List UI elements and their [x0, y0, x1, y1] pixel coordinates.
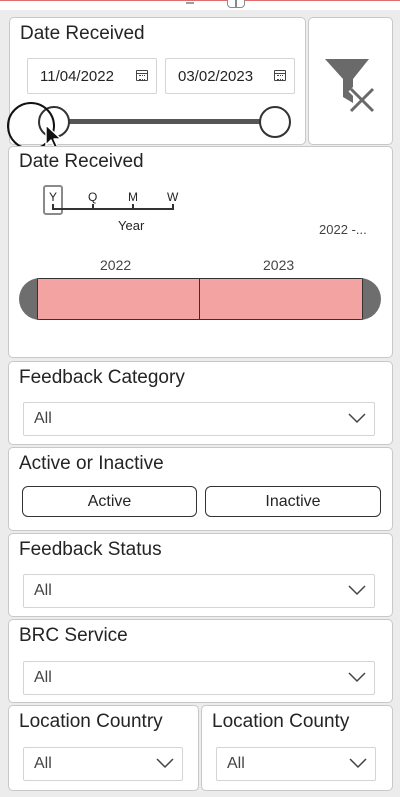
- granularity-label: Year: [118, 218, 145, 233]
- granularity-tick: [92, 204, 94, 210]
- start-date-value: 11/04/2022: [40, 67, 114, 85]
- granularity-tick: [52, 204, 54, 210]
- year-label-2022: 2022: [100, 257, 132, 273]
- feedback-status-dropdown[interactable]: All: [23, 574, 375, 608]
- granularity-tick: [132, 204, 134, 210]
- end-date-input[interactable]: 03/02/2023: [165, 58, 295, 94]
- focus-mode-icon[interactable]: [227, 0, 245, 8]
- feedback-category-title: Feedback Category: [19, 367, 185, 388]
- feedback-category-dropdown[interactable]: All: [23, 402, 375, 436]
- feedback-status-title: Feedback Status: [19, 539, 162, 560]
- clear-filters-button[interactable]: [308, 17, 393, 145]
- calendar-icon[interactable]: [274, 70, 286, 81]
- clear-filter-icon: [325, 59, 376, 113]
- timeline-segment-2023[interactable]: [199, 278, 363, 320]
- brc-service-title: BRC Service: [19, 625, 128, 646]
- brc-service-value: All: [34, 669, 52, 686]
- granularity-track: [52, 208, 174, 210]
- location-county-dropdown[interactable]: All: [216, 747, 376, 781]
- start-date-input[interactable]: 11/04/2022: [27, 58, 157, 94]
- location-county-title: Location County: [212, 711, 350, 732]
- end-date-value: 03/02/2023: [178, 67, 254, 85]
- timeline-segment-2022[interactable]: [37, 278, 201, 320]
- timeline-title: Date Received: [19, 151, 144, 172]
- granularity-week[interactable]: W: [167, 190, 178, 204]
- chevron-down-icon: [349, 758, 367, 769]
- granularity-year[interactable]: Y: [49, 190, 57, 204]
- feedback-status-value: All: [34, 582, 52, 599]
- slicer-title: Date Received: [20, 23, 145, 44]
- year-label-2023: 2023: [263, 257, 295, 273]
- timeline-slicer: Date Received: [8, 146, 393, 358]
- chevron-down-icon: [348, 672, 366, 683]
- brc-service-dropdown[interactable]: All: [23, 661, 375, 695]
- drag-grip[interactable]: [186, 2, 194, 4]
- granularity-month[interactable]: M: [128, 190, 138, 204]
- granularity-tick: [172, 204, 174, 210]
- calendar-icon[interactable]: [136, 70, 148, 81]
- location-county-value: All: [227, 755, 245, 772]
- granularity-quarter[interactable]: Q: [88, 190, 97, 204]
- chevron-down-icon: [156, 758, 174, 769]
- top-bar: [0, 0, 400, 10]
- chevron-down-icon: [348, 413, 366, 424]
- location-country-title: Location Country: [19, 711, 163, 732]
- date-slider-track[interactable]: [52, 119, 274, 124]
- feedback-category-value: All: [34, 410, 52, 427]
- end-slider-handle[interactable]: [259, 106, 291, 138]
- active-inactive-title: Active or Inactive: [19, 453, 164, 474]
- location-country-value: All: [34, 755, 52, 772]
- active-button[interactable]: Active: [22, 486, 197, 517]
- timeline-range-label: 2022 -...: [319, 222, 367, 237]
- chevron-down-icon: [348, 585, 366, 596]
- timeline-bar[interactable]: [19, 278, 381, 320]
- inactive-button[interactable]: Inactive: [205, 486, 381, 517]
- location-country-dropdown[interactable]: All: [23, 747, 183, 781]
